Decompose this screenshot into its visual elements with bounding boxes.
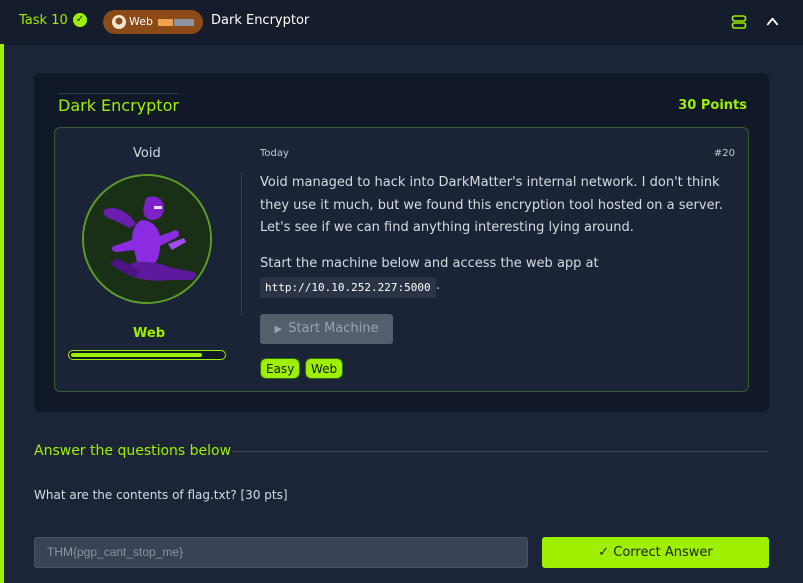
- vertical-divider: [241, 172, 242, 316]
- points-value: 30 Points: [678, 98, 747, 113]
- check-circle-icon: ✓: [73, 13, 87, 27]
- task-label: Task 10: [19, 13, 68, 28]
- check-icon: ✓: [598, 545, 614, 560]
- task-content-card: Void Web Today #20 Void managed to hack …: [54, 127, 749, 392]
- difficulty-segment-active: [158, 19, 173, 26]
- category-pill-label: Web: [129, 15, 153, 28]
- category-progress-fill: [71, 353, 202, 357]
- category-progress-bar: [68, 350, 226, 360]
- issue-number: #20: [713, 148, 735, 159]
- start-machine-label: Start Machine: [288, 321, 379, 336]
- answers-heading: Answer the questions below: [34, 443, 232, 459]
- url-period: .: [436, 278, 441, 293]
- author-name: Void: [133, 146, 161, 161]
- difficulty-segment-inactive: [174, 19, 194, 26]
- web-app-url[interactable]: http://10.10.252.227:5000: [260, 277, 436, 298]
- task-left-rail: [0, 44, 4, 583]
- task-instruction: Start the machine below and access the w…: [260, 256, 599, 271]
- room-title: Dark Encryptor: [58, 96, 179, 115]
- tag-web[interactable]: Web: [305, 358, 344, 379]
- author-avatar: [82, 174, 212, 304]
- tag-easy[interactable]: Easy: [260, 358, 301, 379]
- task-title: Dark Encryptor: [211, 13, 310, 28]
- task-description: Void managed to hack into DarkMatter's i…: [260, 175, 723, 235]
- chevron-up-icon[interactable]: [765, 14, 780, 29]
- post-date: Today: [260, 148, 289, 159]
- correct-answer-button[interactable]: ✓ Correct Answer: [542, 537, 769, 568]
- category-label: Web: [133, 326, 165, 341]
- correct-answer-label: Correct Answer: [613, 545, 713, 560]
- category-pill: ⬢ Web: [103, 10, 203, 34]
- stack-icon[interactable]: [731, 14, 747, 30]
- question-text: What are the contents of flag.txt? [30 p…: [34, 488, 288, 502]
- start-machine-button[interactable]: ▶ Start Machine: [260, 314, 393, 344]
- play-icon: ▶: [274, 324, 283, 335]
- title-rule: [58, 93, 178, 94]
- answer-input[interactable]: THM{pgp_cant_stop_me}: [34, 537, 528, 568]
- hexagon-icon: ⬢: [112, 15, 126, 29]
- answers-divider: [232, 451, 769, 452]
- room-card: Dark Encryptor 30 Points Void Web Today …: [34, 73, 769, 412]
- task-header[interactable]: Task 10 ✓ ⬢ Web Dark Encryptor: [0, 0, 803, 45]
- ninja-avatar-icon: [84, 176, 210, 302]
